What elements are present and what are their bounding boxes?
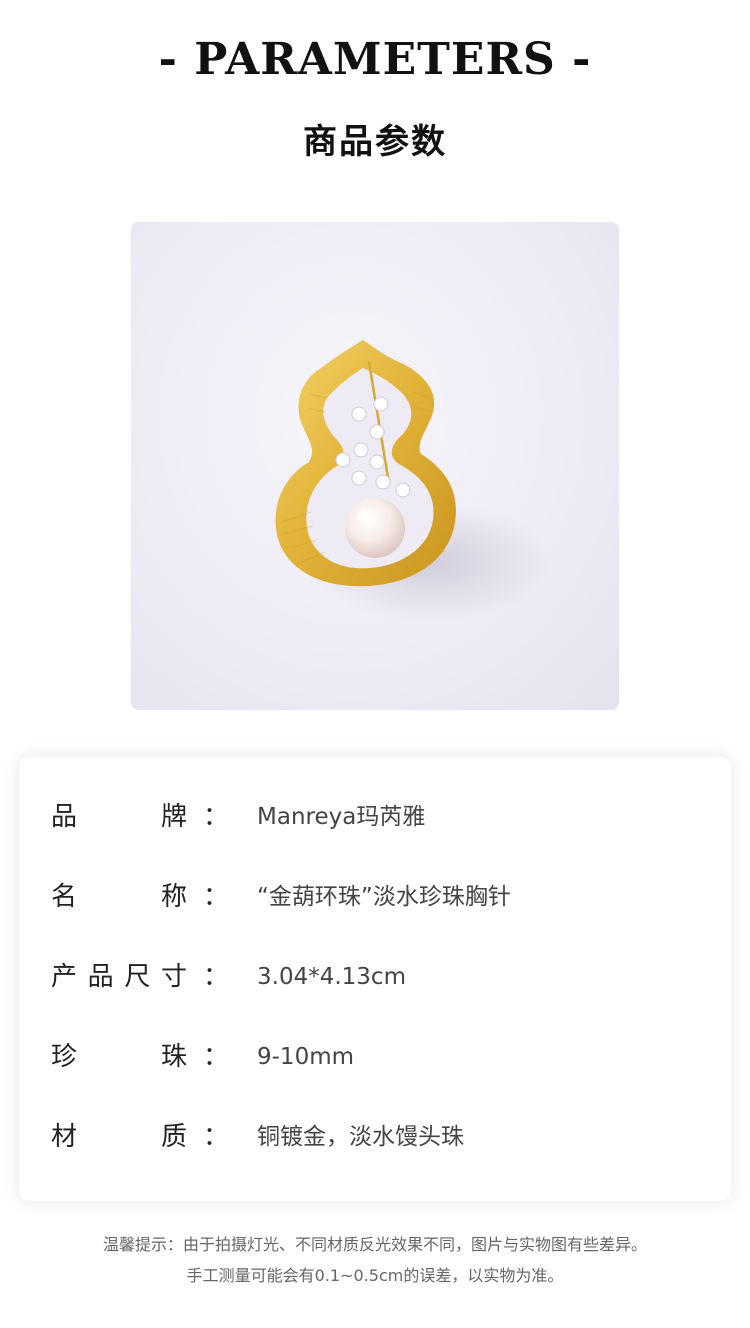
product-photo xyxy=(131,222,619,710)
label-char: 产 xyxy=(51,962,78,992)
param-colon: ： xyxy=(203,1042,230,1072)
param-value-size: 3.04*4.13cm xyxy=(257,964,406,990)
page-title-cn: 商品参数 xyxy=(303,122,447,162)
param-value-pearl: 9-10mm xyxy=(257,1044,355,1070)
param-row-pearl: 珍 珠 ： 9-10mm xyxy=(19,1037,731,1077)
label-char: 珍 xyxy=(51,1042,78,1072)
param-colon: ： xyxy=(203,1122,230,1152)
gourd-brooch-illustration xyxy=(275,340,551,622)
pearl-highlight xyxy=(357,511,373,521)
param-row-brand: 品 牌 ： Manreya玛芮雅 xyxy=(19,797,731,837)
label-char: 寸 xyxy=(160,962,187,992)
label-char: 质 xyxy=(160,1122,187,1152)
label-char: 珠 xyxy=(160,1042,187,1072)
param-row-material: 材 质 ： 铜镀金，淡水馒头珠 xyxy=(19,1117,731,1157)
param-label-name: 名 称 xyxy=(51,877,187,917)
notice-line-2: 手工测量可能会有0.1~0.5cm的误差，以实物为准。 xyxy=(186,1266,564,1285)
notice-line-1: 温馨提示：由于拍摄灯光、不同材质反光效果不同，图片与实物图有些差异。 xyxy=(102,1235,647,1254)
param-colon: ： xyxy=(203,962,230,992)
param-label-brand: 品 牌 xyxy=(51,797,187,837)
label-char: 牌 xyxy=(160,802,187,832)
param-row-size: 产 品 尺 寸 ： 3.04*4.13cm xyxy=(19,957,731,997)
param-label-material: 材 质 xyxy=(51,1117,187,1157)
param-value-material: 铜镀金，淡水馒头珠 xyxy=(257,1124,464,1150)
param-label-size: 产 品 尺 寸 xyxy=(51,957,187,997)
page-title-en: - PARAMETERS - xyxy=(158,34,592,85)
parameters-card: 品 牌 ： Manreya玛芮雅 名 称 ： “金葫环珠”淡水珍珠胸针 产 品 … xyxy=(19,757,731,1201)
param-value-name: “金葫环珠”淡水珍珠胸针 xyxy=(257,884,511,910)
param-label-pearl: 珍 珠 xyxy=(51,1037,187,1077)
label-char: 名 xyxy=(51,882,78,912)
label-char: 品 xyxy=(51,802,78,832)
param-colon: ： xyxy=(203,882,230,912)
param-value-brand: Manreya玛芮雅 xyxy=(257,804,426,830)
label-char: 尺 xyxy=(124,962,151,992)
param-row-name: 名 称 ： “金葫环珠”淡水珍珠胸针 xyxy=(19,877,731,917)
param-colon: ： xyxy=(203,802,230,832)
label-char: 材 xyxy=(51,1122,78,1152)
label-char: 品 xyxy=(87,962,114,992)
pearl xyxy=(345,498,405,558)
label-char: 称 xyxy=(160,882,187,912)
